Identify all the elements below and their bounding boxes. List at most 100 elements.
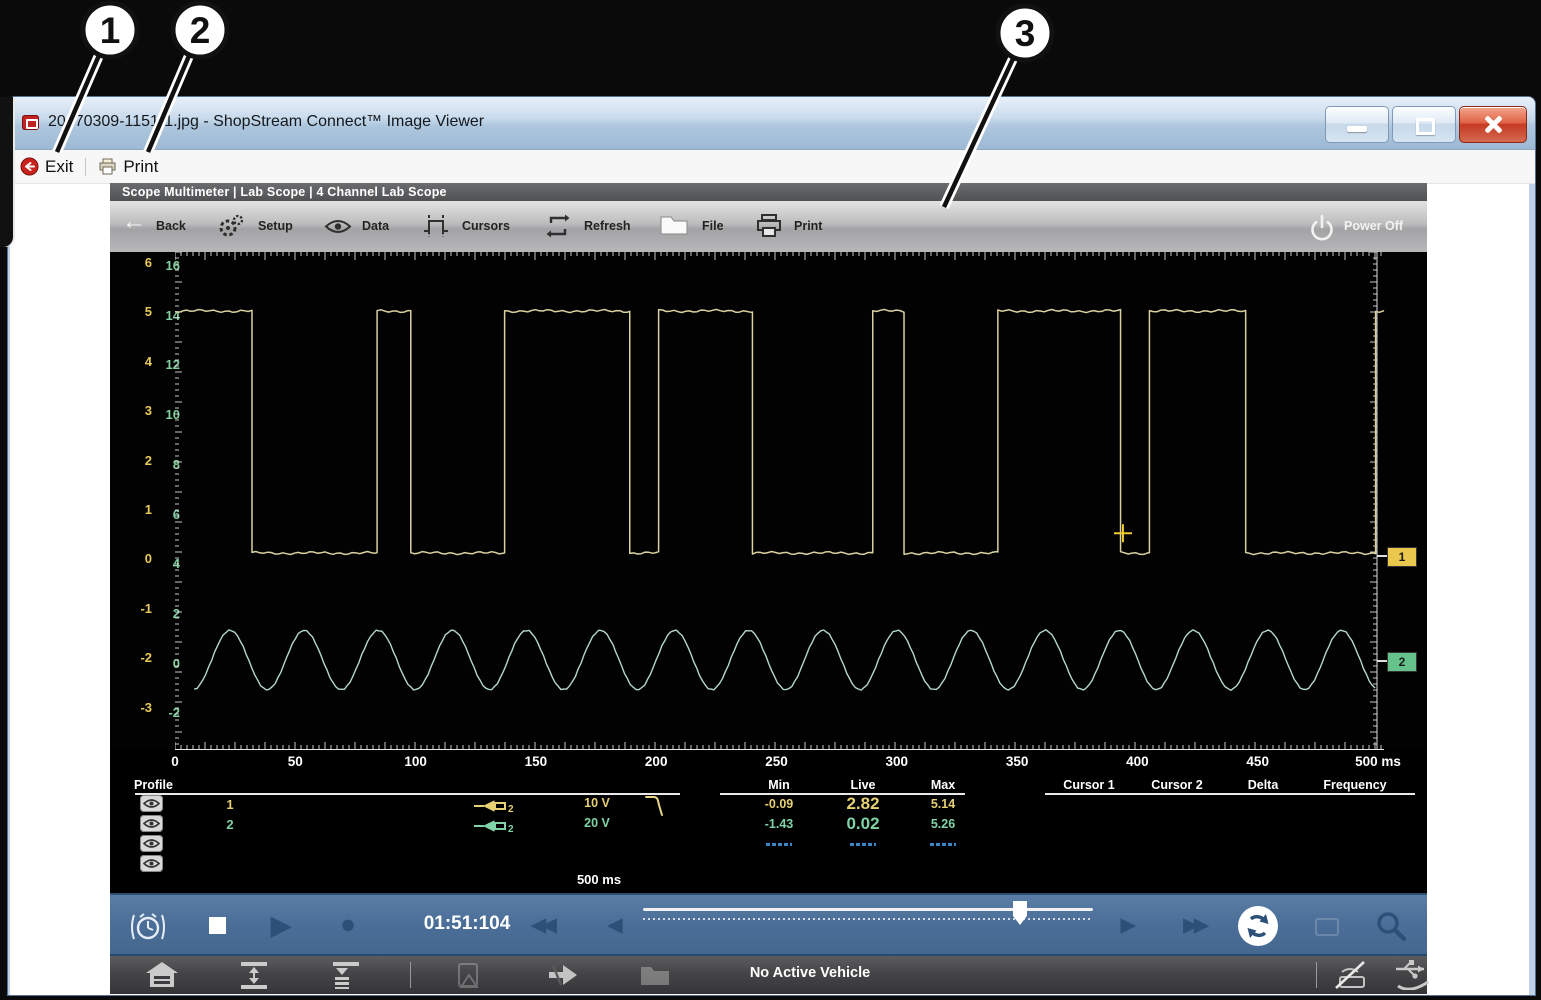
statusbar-divider-left [410,962,411,988]
record-button[interactable]: ● [333,909,363,940]
profile-underline [135,793,680,795]
toolbar-cursors-label[interactable]: Cursors [462,201,510,252]
scanner-disconnected-icon[interactable] [1332,960,1370,990]
y-axis-label-ch1: 1 [122,502,152,517]
printer-icon[interactable] [756,214,782,243]
back-icon[interactable]: ← [122,208,146,236]
toolbar-data-label[interactable]: Data [362,201,389,252]
toolbar-file-label[interactable]: File [702,201,724,252]
print-icon [98,158,117,175]
time-axis-label: 300 [886,754,909,769]
y-axis-label-ch1: -2 [122,650,152,665]
time-axis-label: 400 [1126,754,1149,769]
ch1-live-value: 2.82 [846,794,879,814]
channel2-eye-toggle[interactable] [140,815,163,832]
data-transfer-icon[interactable] [547,963,581,987]
callout-circle-3 [998,6,1052,60]
scope-toolbar: ← Back Setup Data Cursors Refresh File P… [110,201,1427,253]
cursors-icon[interactable] [422,214,450,243]
refresh-icon[interactable] [546,214,570,243]
expand-vertical-icon[interactable] [238,962,270,989]
minimize-button[interactable] [1325,106,1389,143]
playback-time: 01:51:104 [407,913,527,935]
badge-tick-2 [1377,660,1387,662]
channel1-number: 1 [226,797,233,812]
y-axis-label-ch1: 5 [122,304,152,319]
toolbar-refresh-label[interactable]: Refresh [584,201,631,252]
min-dash [766,843,792,846]
ch2-min-value: -1.43 [765,817,794,831]
scope-breadcrumb: Scope Multimeter | Lab Scope | 4 Channel… [110,183,1427,201]
setup-gear-icon[interactable] [218,214,244,243]
toolbar-power-label[interactable]: Power Off [1344,201,1403,252]
channel1-probe-icon: 2 [470,798,522,814]
callout-circle-2 [173,3,227,57]
channel1-eye-toggle[interactable] [140,795,163,812]
scope-plot: 6543210-1-2-3 1614121086420-2 1 2 [110,252,1427,750]
close-button[interactable] [1459,106,1527,143]
channel2-badge[interactable]: 2 [1387,652,1417,672]
exit-label: Exit [45,157,73,177]
toolbar-back-label[interactable]: Back [156,201,186,252]
time-axis-label: 350 [1006,754,1029,769]
channel4-eye-toggle[interactable] [140,855,163,872]
ch2-live-value: 0.02 [846,814,879,834]
channel1-badge[interactable]: 1 [1387,547,1417,567]
timer-icon[interactable] [130,910,166,944]
print-menu-button[interactable]: Print [98,157,158,177]
toolbar-print-label[interactable]: Print [794,201,822,252]
sweep-setting: 500 ms [577,872,621,887]
step-forward-button[interactable]: ▶ [1113,914,1143,937]
fast-forward-button[interactable]: ▶▶ [1164,914,1224,937]
exit-button[interactable]: Exit [20,157,73,177]
channel3-eye-toggle[interactable] [140,835,163,852]
scope-image: Scope Multimeter | Lab Scope | 4 Channel… [110,183,1427,994]
max-dash [930,843,956,846]
rotate-arrows-icon [1238,906,1278,946]
ch2-max-value: 5.26 [931,817,955,831]
power-off-icon[interactable] [1308,214,1336,246]
folder-icon-disabled [640,964,670,986]
cursor-underline [1045,793,1415,795]
time-axis-label: 100 [404,754,427,769]
zoom-search-icon[interactable] [1374,909,1408,943]
collapse-list-icon[interactable] [330,962,362,989]
maximize-button[interactable] [1392,106,1456,143]
statusbar-divider-right [1316,962,1317,988]
time-axis-label: 500 ms [1355,754,1401,769]
step-back-button[interactable]: ◀ [600,914,630,937]
col-live: Live [850,778,875,792]
home-icon[interactable] [145,961,179,989]
ch1-max-value: 5.14 [931,797,955,811]
toolbar-setup-label[interactable]: Setup [258,201,293,252]
page-edge-tab [0,97,13,247]
ch1-min-value: -0.09 [765,797,794,811]
channel2-probe-icon: 2 [470,818,522,834]
data-eye-icon[interactable] [324,218,352,240]
app-icon [22,115,39,130]
play-button[interactable]: ▶ [266,910,296,941]
stop-button[interactable] [209,917,226,934]
file-folder-icon[interactable] [660,214,688,240]
maximize-icon [1416,118,1435,135]
time-axis-label: 200 [645,754,668,769]
titlebar[interactable]: 20170309-1151-1.jpg - ShopStream Connect… [10,97,1535,150]
rewind-button[interactable]: ◀◀ [512,914,572,937]
disabled-tool-icon [1314,915,1342,939]
figure: 20170309-1151-1.jpg - ShopStream Connect… [0,0,1541,1000]
time-axis-label: 150 [525,754,548,769]
callout-number-1: 1 [100,10,121,51]
window-title: 20170309-1151-1.jpg - ShopStream Connect… [48,113,484,131]
live-dash [850,843,876,846]
minmax-underline [720,793,965,795]
seek-thumb[interactable] [1013,901,1027,925]
channel2-number: 2 [226,817,233,832]
refresh-view-button[interactable] [1238,906,1278,946]
time-axis-label: 0 [171,754,179,769]
badge-tick-1 [1377,555,1387,557]
usb-connection-icon[interactable] [1392,960,1434,990]
y-axis-label-ch1: 4 [122,354,152,369]
time-axis-label: 50 [288,754,303,769]
time-axis: 050100150200250300350400450500 ms [110,750,1427,776]
menubar: Exit Print [10,150,1535,184]
